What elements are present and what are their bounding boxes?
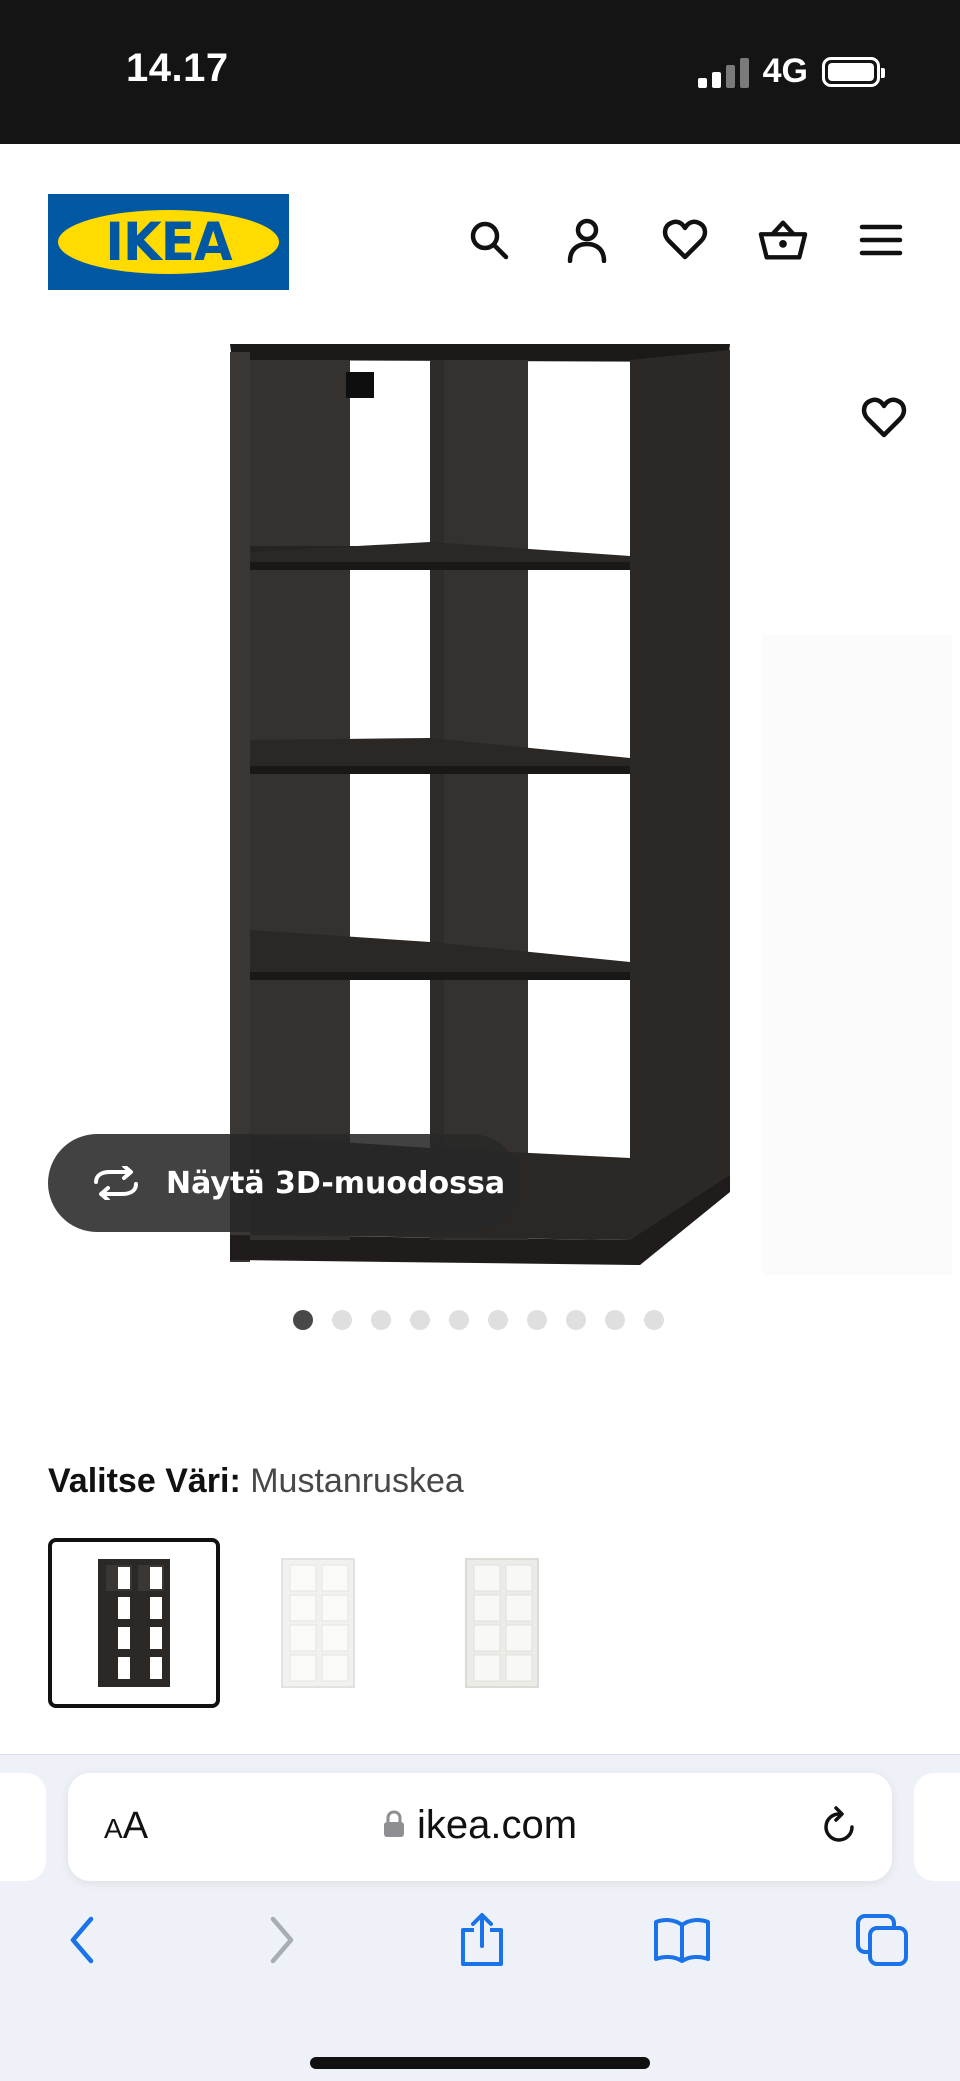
swatch-white[interactable]	[232, 1538, 404, 1708]
next-tab-preview[interactable]	[914, 1773, 960, 1881]
gallery-dot[interactable]	[527, 1310, 547, 1330]
gallery-dot[interactable]	[371, 1310, 391, 1330]
signal-icon	[697, 56, 749, 88]
color-label: Valitse Väri:	[48, 1462, 241, 1500]
status-indicators: 4G	[697, 52, 885, 91]
registered-mark: ®	[272, 216, 281, 228]
reload-icon[interactable]	[820, 1805, 860, 1852]
gallery-dot[interactable]	[566, 1310, 586, 1330]
browser-toolbar: AA ikea.com	[0, 1754, 960, 2081]
swatch-white-stained-oak[interactable]	[416, 1538, 588, 1708]
favourite-product-icon[interactable]	[856, 390, 912, 446]
gallery-dot[interactable]	[410, 1310, 430, 1330]
menu-icon[interactable]	[856, 212, 906, 268]
view-3d-button[interactable]: Näytä 3D-muodossa	[48, 1134, 520, 1232]
previous-tab-preview[interactable]	[0, 1773, 46, 1881]
search-icon[interactable]	[464, 212, 514, 268]
bookmarks-icon[interactable]	[652, 1910, 712, 1970]
gallery-dot[interactable]	[449, 1310, 469, 1330]
gallery-dot[interactable]	[644, 1310, 664, 1330]
color-value: Mustanruskea	[250, 1462, 464, 1500]
gallery-dot[interactable]	[293, 1310, 313, 1330]
ikea-logo[interactable]: IKEA ®	[48, 194, 289, 290]
gallery-pagination	[293, 1310, 664, 1330]
share-icon[interactable]	[452, 1910, 512, 1970]
safari-nav-bar	[0, 1910, 960, 1970]
url-display[interactable]: ikea.com	[68, 1803, 892, 1848]
logo-oval: IKEA	[58, 210, 279, 274]
tabs-icon[interactable]	[852, 1910, 912, 1970]
rotate-3d-icon	[94, 1166, 138, 1200]
header-nav	[464, 212, 906, 268]
gallery-dot[interactable]	[332, 1310, 352, 1330]
battery-icon	[822, 56, 885, 87]
status-bar: 14.17 4G	[0, 0, 960, 144]
gallery-dot[interactable]	[605, 1310, 625, 1330]
color-selector-heading: Valitse Väri: Mustanruskea	[48, 1462, 464, 1501]
lock-icon	[383, 1810, 404, 1838]
network-type: 4G	[762, 52, 808, 90]
favourites-icon[interactable]	[660, 212, 710, 268]
back-icon[interactable]	[52, 1910, 112, 1970]
status-time: 14.17	[126, 46, 229, 90]
logo-text: IKEA	[105, 211, 232, 273]
gallery-dot[interactable]	[488, 1310, 508, 1330]
view-3d-label: Näytä 3D-muodossa	[166, 1165, 506, 1201]
cart-icon[interactable]	[758, 212, 808, 268]
account-icon[interactable]	[562, 212, 612, 268]
url-text: ikea.com	[416, 1803, 578, 1847]
swatch-black-brown[interactable]	[48, 1538, 220, 1708]
home-indicator[interactable]	[310, 2057, 650, 2069]
forward-icon[interactable]	[252, 1910, 312, 1970]
address-bar[interactable]: AA ikea.com	[68, 1773, 892, 1881]
page: 14.17 4G IKEA ® Näytä 3D-muodossa Valits…	[0, 0, 960, 2081]
color-swatches	[48, 1538, 588, 1708]
